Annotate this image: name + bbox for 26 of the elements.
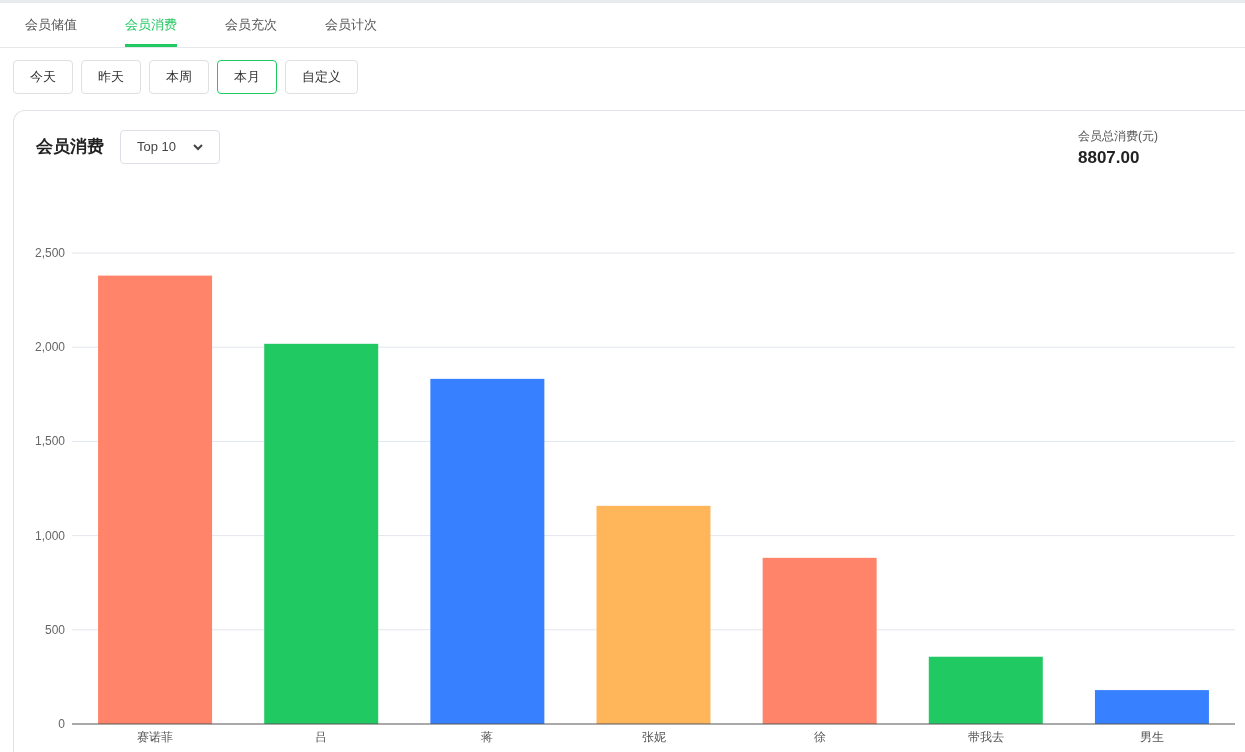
x-axis-label: 男生 xyxy=(1139,730,1164,744)
x-axis-label: 张妮 xyxy=(641,730,666,744)
tab[interactable]: 会员储值 xyxy=(25,3,77,47)
total-value: 8807.00 xyxy=(1078,147,1141,169)
x-axis-label: 蒋 xyxy=(481,730,494,744)
date-range-button[interactable]: 今天 xyxy=(13,60,73,94)
tab[interactable]: 会员计次 xyxy=(325,3,377,47)
top-select[interactable]: Top 10 xyxy=(120,130,220,164)
y-axis-label: 2,000 xyxy=(34,340,65,355)
tab[interactable]: 会员充次 xyxy=(225,3,277,47)
x-axis-label: 吕 xyxy=(315,730,328,744)
x-axis-label: 带我去 xyxy=(967,730,1004,744)
y-axis-label: 2,500 xyxy=(34,246,65,260)
chevron-down-icon xyxy=(193,143,203,151)
card-title: 会员消费 xyxy=(36,136,104,159)
y-axis-label: 1,000 xyxy=(34,528,65,543)
total-label: 会员总消费(元) xyxy=(1078,128,1158,145)
date-range-button[interactable]: 本月 xyxy=(217,60,277,94)
date-range-button[interactable]: 自定义 xyxy=(285,60,358,94)
date-range-button[interactable]: 昨天 xyxy=(81,60,141,94)
x-axis-label: 徐 xyxy=(813,730,826,744)
y-axis-label: 0 xyxy=(58,717,65,731)
x-axis-label: 赛诺菲 xyxy=(137,730,174,744)
date-range-button[interactable]: 本周 xyxy=(149,60,209,94)
y-axis-label: 500 xyxy=(44,622,65,637)
y-axis-label: 1,500 xyxy=(34,434,65,449)
